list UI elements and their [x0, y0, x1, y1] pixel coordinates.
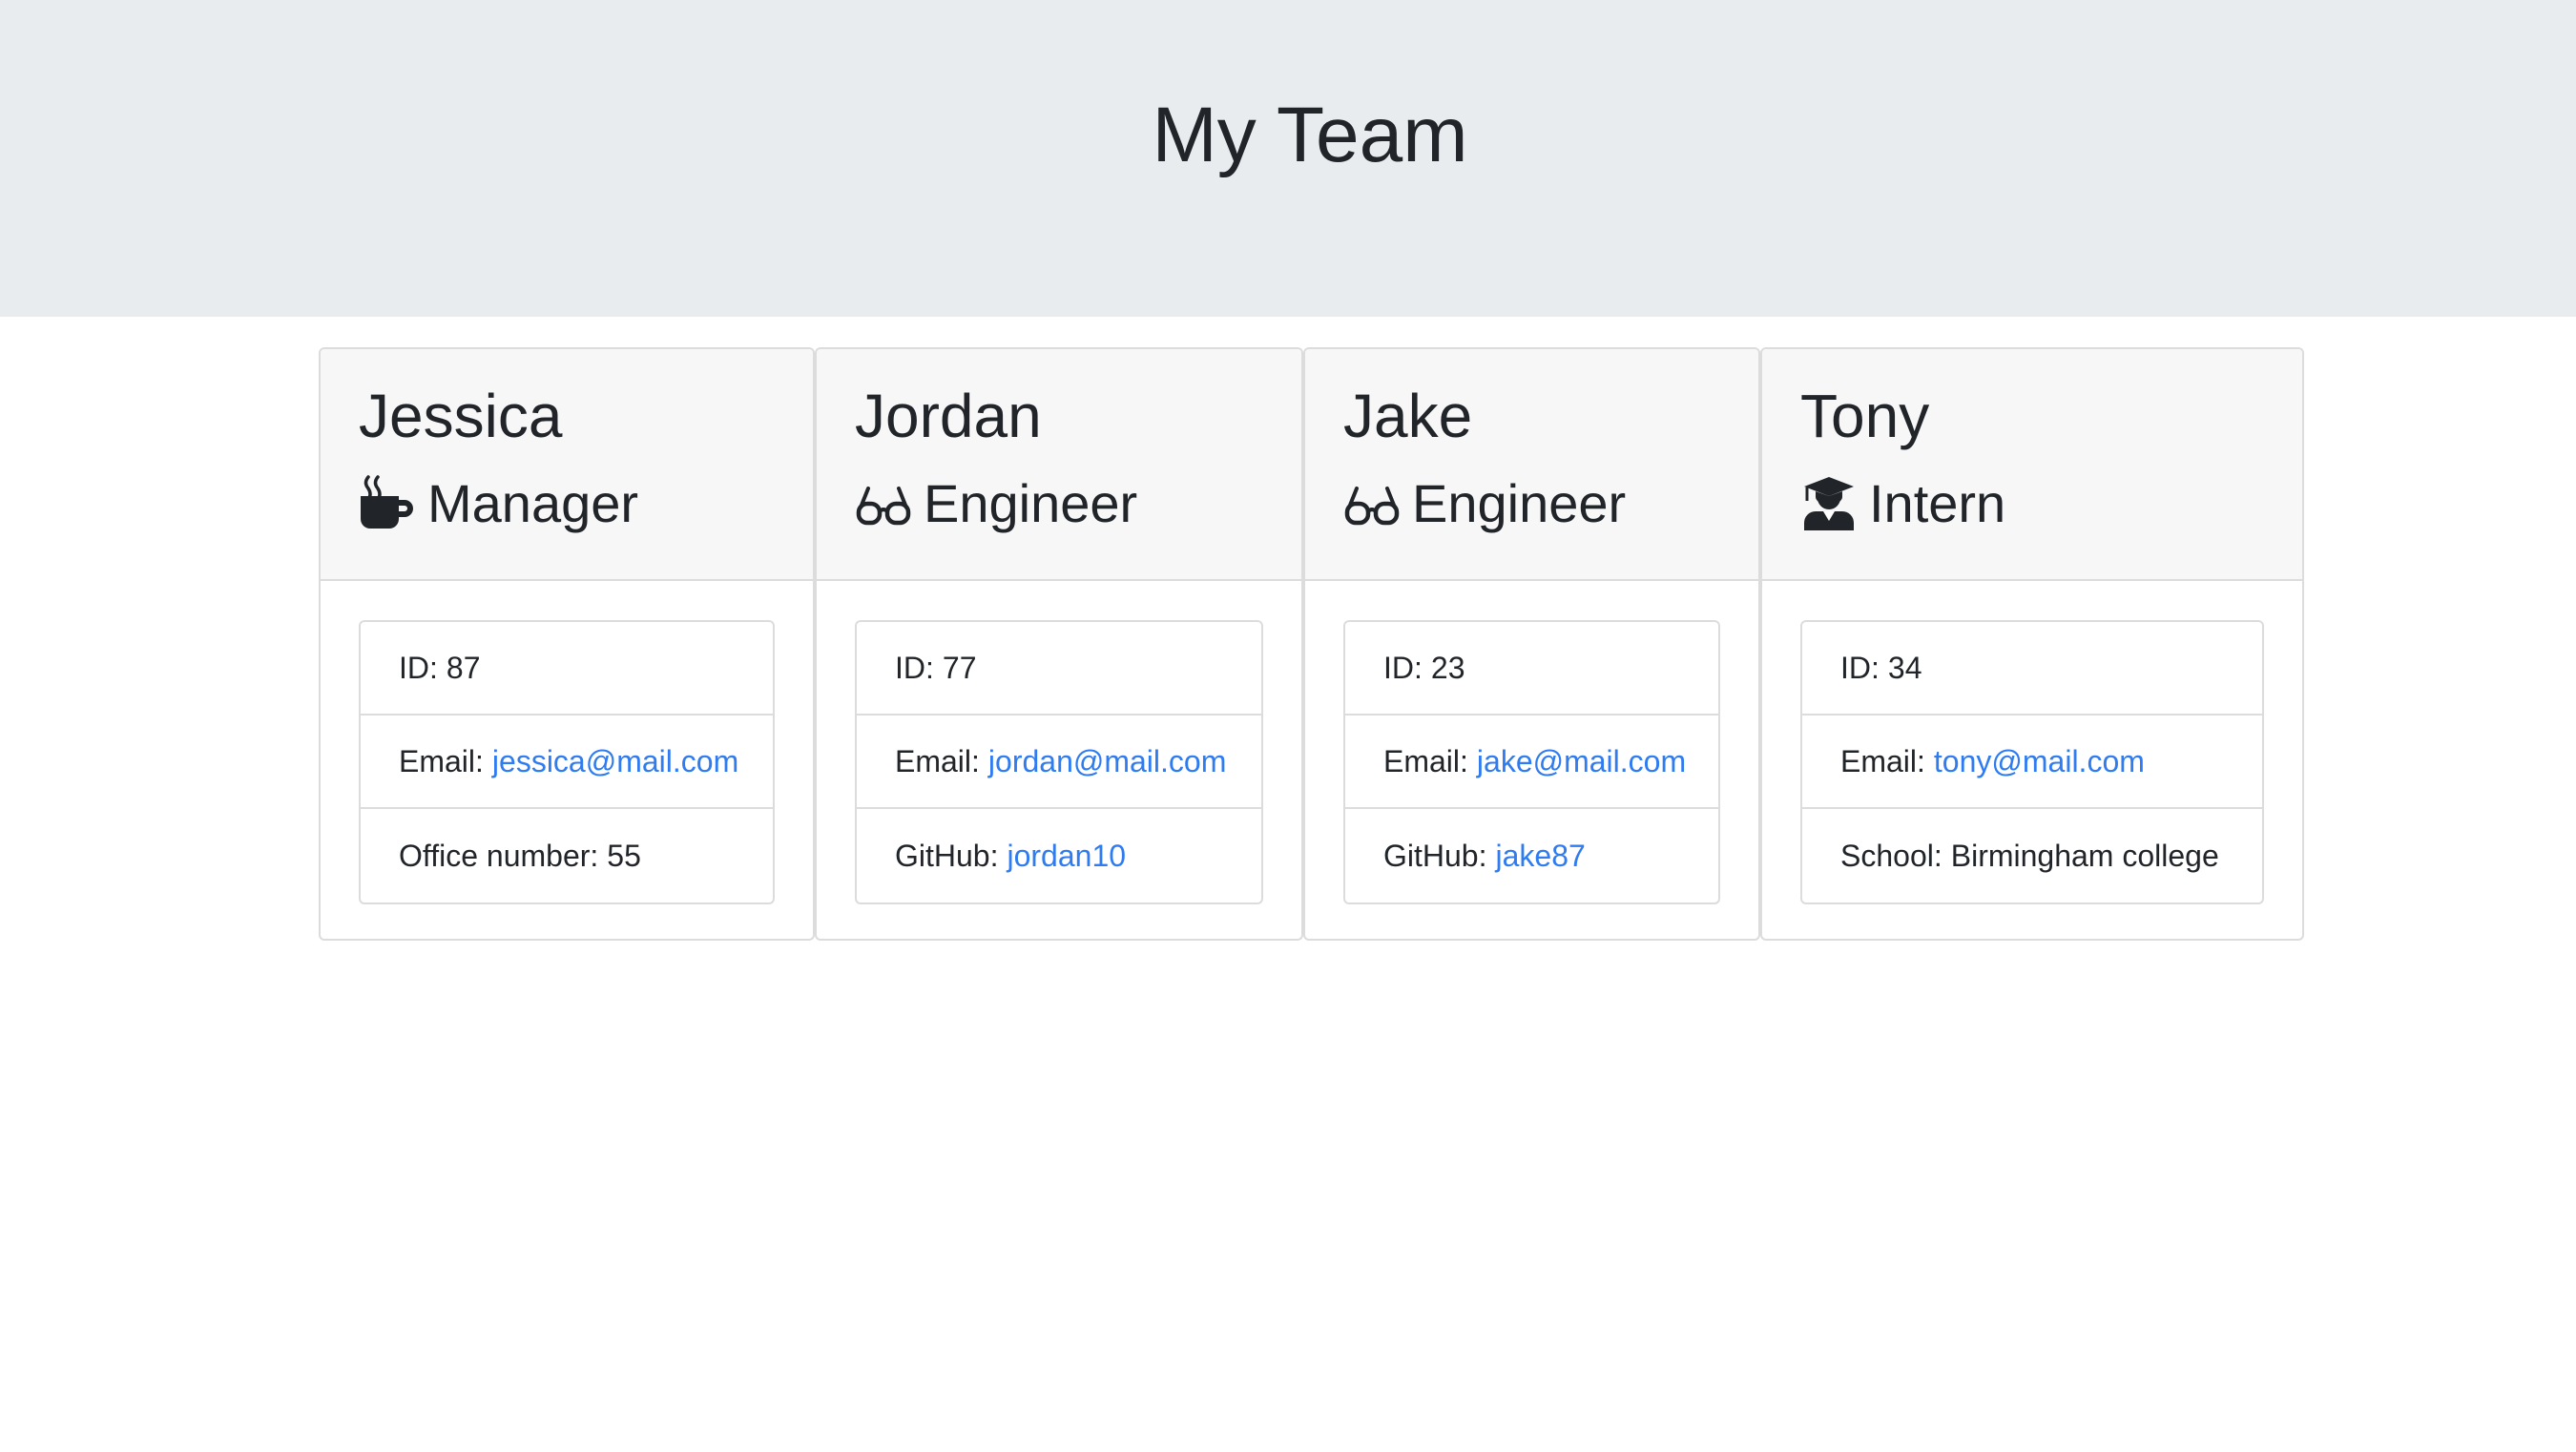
employee-id: 34: [1887, 650, 1922, 685]
info-list: ID: 34 Email: tony@mail.com School: Birming…: [1800, 620, 2264, 904]
employee-id: 23: [1430, 650, 1465, 685]
graduate-icon: [1800, 475, 1858, 532]
card-header: Jessica Manager: [321, 349, 813, 581]
office-number: 55: [607, 838, 641, 873]
list-item-office-number: Office number: 55: [399, 838, 641, 873]
email-link[interactable]: tony@mail.com: [1934, 744, 2145, 779]
glasses-icon: [1343, 475, 1401, 532]
list-item-school: School: Birmingham college: [1840, 838, 2219, 873]
employee-role: Manager: [359, 466, 638, 542]
employee-role-label: Engineer: [1412, 473, 1627, 533]
card-header: Jordan Engineer: [817, 349, 1301, 581]
jumbotron-header: My Team: [0, 0, 2576, 317]
info-list: ID: 87 Email: jessica@mail.com Office numb…: [359, 620, 775, 904]
info-list: ID: 23 Email: jake@mail.com GitHub: jake87: [1343, 620, 1720, 904]
employee-id: 77: [942, 650, 977, 685]
employee-role-label: Manager: [427, 473, 639, 533]
employee-role: Intern: [1800, 466, 2005, 542]
github-link[interactable]: jake87: [1495, 839, 1585, 874]
employee-card-tony: Tony Intern ID:34 Email:tony@mail.com: [1760, 347, 2304, 941]
github-link[interactable]: jordan10: [1007, 839, 1126, 874]
list-item-github: GitHub: jake87: [1383, 838, 1586, 874]
school-name: Birmingham college: [1950, 838, 2219, 873]
list-item-id: ID: 34: [1802, 622, 2262, 716]
employee-role-label: Engineer: [924, 473, 1138, 533]
info-list: ID: 77 Email: jordan@mail.com GitHub: jorda…: [855, 620, 1263, 904]
list-item-email: Email: jake@mail.com: [1345, 716, 1718, 809]
employee-name: Jake: [1343, 382, 1473, 450]
list-item-id: ID: 87: [361, 622, 773, 716]
email-link[interactable]: jessica@mail.com: [492, 744, 738, 779]
email-link[interactable]: jordan@mail.com: [988, 744, 1226, 779]
employee-id: 87: [446, 650, 481, 685]
employee-name: Jessica: [359, 382, 563, 450]
employee-name: Jordan: [855, 382, 1042, 450]
employee-card-jake: Jake Engineer ID: 23 Email: jake@mail.com …: [1303, 347, 1760, 941]
list-item-email: Email: jordan@mail.com: [857, 716, 1261, 809]
employee-name: Tony: [1800, 382, 1930, 450]
employee-role-label: Intern: [1869, 473, 2006, 533]
card-header: Jake Engineer: [1305, 349, 1758, 581]
page-title: My Team: [1152, 92, 1468, 178]
employee-role: Engineer: [855, 466, 1137, 542]
card-header: Tony Intern: [1762, 349, 2302, 581]
email-link[interactable]: jake@mail.com: [1477, 744, 1686, 779]
list-item-github: GitHub: jordan10: [895, 838, 1127, 874]
employee-role: Engineer: [1343, 466, 1626, 542]
list-item-email: Email: jessica@mail.com: [361, 716, 773, 809]
list-item-email: Email: tony@mail.com: [1802, 716, 2262, 809]
list-item-id: ID: 23: [1345, 622, 1718, 716]
employee-card-jordan: Jordan Engineer ID: 77 Email: jordan@mail.…: [815, 347, 1303, 941]
list-item-id: ID: 77: [857, 622, 1261, 716]
coffee-icon: [359, 475, 416, 532]
glasses-icon: [855, 475, 912, 532]
employee-card-jessica: Jessica Manager ID: 87 Email: jessica@mail…: [319, 347, 815, 941]
